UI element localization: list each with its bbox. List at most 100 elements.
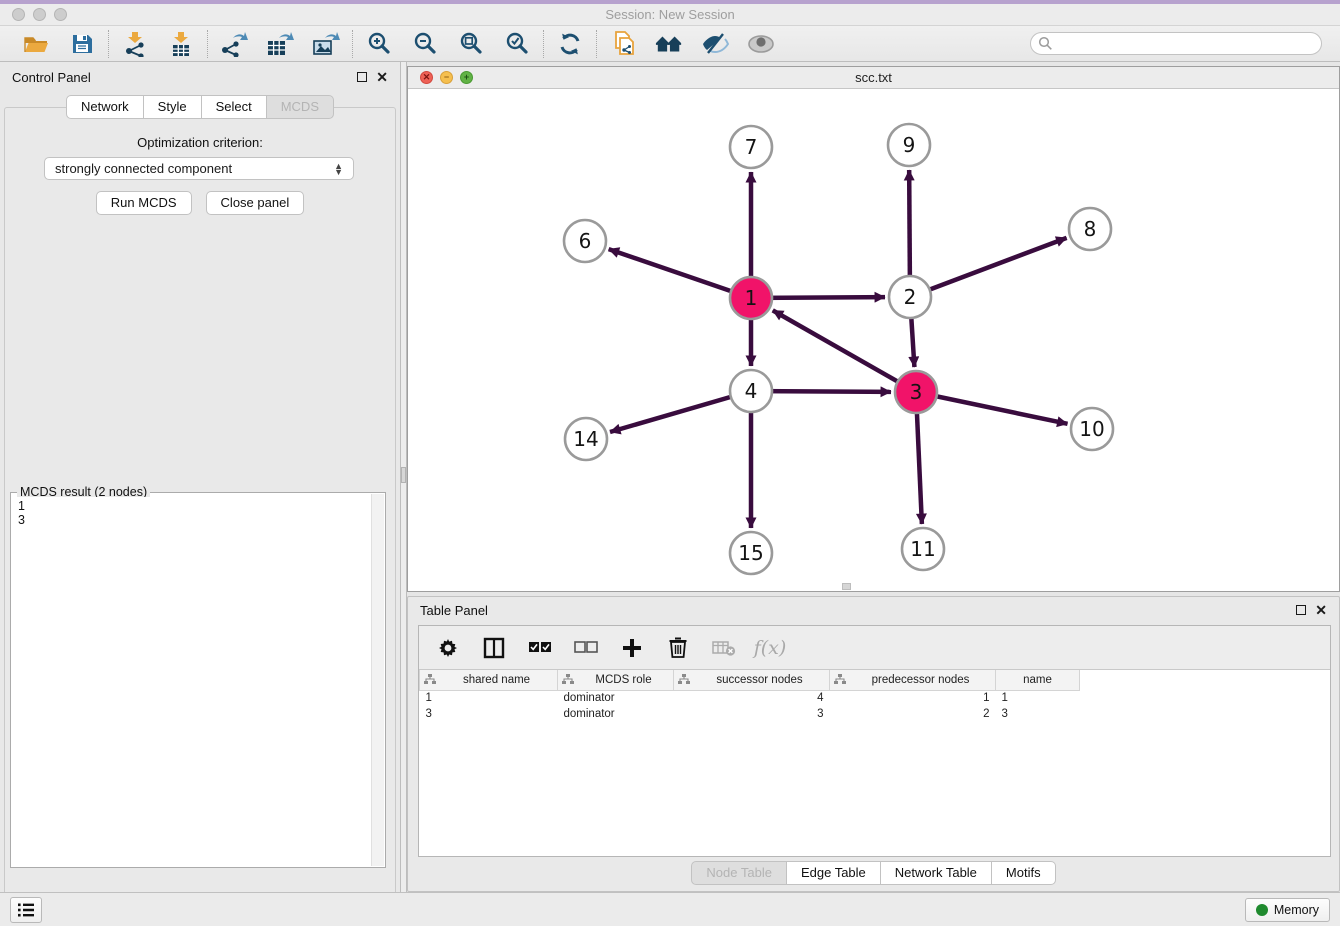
network-zoom-button[interactable]: + [460,71,473,84]
table-cell[interactable]: 4 [674,690,830,706]
graph-node-10[interactable]: 10 [1071,408,1113,450]
delete-table-icon[interactable] [711,635,737,661]
mcds-result-text[interactable]: 1 3 [12,497,371,866]
tab-network[interactable]: Network [66,95,144,119]
edge-3-10[interactable] [916,392,1068,424]
open-session-icon[interactable] [22,30,50,58]
graph-node-7[interactable]: 7 [730,126,772,168]
network-canvas[interactable]: 1 2 3 4 6 7 8 9 10 11 14 15 [408,89,1339,591]
close-table-panel-icon[interactable]: ✕ [1315,605,1327,615]
memory-button[interactable]: Memory [1245,898,1330,922]
zoom-out-icon[interactable] [411,30,439,58]
home-views-icon[interactable] [655,30,683,58]
tab-select[interactable]: Select [202,95,267,119]
table-cell[interactable]: 1 [830,690,996,706]
float-panel-icon[interactable] [357,72,367,82]
table-settings-gear-icon[interactable] [435,635,461,661]
tab-node-table[interactable]: Node Table [691,861,787,885]
save-session-icon[interactable] [68,30,96,58]
column-header-predecessor-nodes[interactable]: predecessor nodes [830,670,996,690]
column-header-name[interactable]: name [996,670,1080,690]
edge-3-1[interactable] [773,310,916,392]
task-history-button[interactable] [10,897,42,923]
export-table-icon[interactable] [266,30,294,58]
graph-node-4[interactable]: 4 [730,370,772,412]
run-mcds-button[interactable]: Run MCDS [96,191,192,215]
graph-node-2[interactable]: 2 [889,276,931,318]
add-column-icon[interactable] [619,635,645,661]
zoom-fit-icon[interactable] [457,30,485,58]
float-table-panel-icon[interactable] [1296,605,1306,615]
window-controls[interactable] [12,8,67,21]
node-table: shared nameMCDS rolesuccessor nodesprede… [419,670,1080,722]
svg-text:4: 4 [745,379,758,403]
tab-network-table[interactable]: Network Table [881,861,992,885]
show-columns-icon[interactable] [481,635,507,661]
table-cell[interactable]: 3 [674,706,830,722]
window-title: Session: New Session [0,7,1340,22]
zoom-in-icon[interactable] [365,30,393,58]
table-cell[interactable]: 2 [830,706,996,722]
zoom-window-button[interactable] [54,8,67,21]
search-input[interactable] [1030,32,1322,55]
table-cell[interactable]: 3 [996,706,1080,722]
optimization-criterion-select[interactable]: strongly connected component ▲▼ [44,157,354,180]
table-toolbar: f(x) [419,626,1330,670]
table-row[interactable]: 1dominator411 [420,690,1080,706]
hide-unhide-icon[interactable] [701,30,729,58]
svg-text:9: 9 [903,133,916,157]
table-cell[interactable]: 3 [420,706,558,722]
graph-node-8[interactable]: 8 [1069,208,1111,250]
refresh-icon[interactable] [556,30,584,58]
column-type-icon [424,674,436,685]
network-resize-thumb[interactable] [842,583,851,590]
deselect-all-rows-icon[interactable] [573,635,599,661]
tab-style[interactable]: Style [144,95,202,119]
svg-text:3: 3 [910,380,923,404]
zoom-selected-icon[interactable] [503,30,531,58]
edge-2-8[interactable] [910,238,1067,297]
edge-1-6[interactable] [609,249,751,298]
minimize-window-button[interactable] [33,8,46,21]
graph-node-11[interactable]: 11 [902,528,944,570]
graph-node-3[interactable]: 3 [895,371,937,413]
network-window-titlebar[interactable]: ✕ − + scc.txt [408,67,1339,89]
close-window-button[interactable] [12,8,25,21]
graph-node-15[interactable]: 15 [730,532,772,574]
mcds-result-scrollbar[interactable] [371,494,384,866]
table-cell[interactable]: 1 [996,690,1080,706]
graph-node-6[interactable]: 6 [564,220,606,262]
panel-splitter[interactable] [400,62,407,892]
tab-mcds[interactable]: MCDS [267,95,334,119]
function-builder-icon[interactable]: f(x) [757,635,783,661]
table-cell[interactable]: dominator [558,690,674,706]
network-minimize-button[interactable]: − [440,71,453,84]
column-header-successor-nodes[interactable]: successor nodes [674,670,830,690]
table-row[interactable]: 3dominator323 [420,706,1080,722]
column-header-shared-name[interactable]: shared name [420,670,558,690]
graph-node-1[interactable]: 1 [730,277,772,319]
tab-edge-table[interactable]: Edge Table [787,861,881,885]
svg-text:2: 2 [904,285,917,309]
table-cell[interactable]: 1 [420,690,558,706]
splitter-grip[interactable] [401,467,406,483]
close-panel-button[interactable]: Close panel [206,191,305,215]
graph-node-14[interactable]: 14 [565,418,607,460]
network-close-button[interactable]: ✕ [420,71,433,84]
network-window-title: scc.txt [408,70,1339,85]
export-network-icon[interactable] [220,30,248,58]
status-bar: Memory [0,892,1340,926]
delete-column-icon[interactable] [665,635,691,661]
close-panel-icon[interactable]: ✕ [376,72,388,82]
column-type-icon [834,674,846,685]
table-cell[interactable]: dominator [558,706,674,722]
column-header-MCDS-role[interactable]: MCDS role [558,670,674,690]
import-table-icon[interactable] [167,30,195,58]
import-network-icon[interactable] [121,30,149,58]
select-all-rows-icon[interactable] [527,635,553,661]
copy-style-icon[interactable] [609,30,637,58]
graph-node-9[interactable]: 9 [888,124,930,166]
tab-motifs[interactable]: Motifs [992,861,1056,885]
show-hidden-icon[interactable] [747,30,775,58]
export-image-icon[interactable] [312,30,340,58]
